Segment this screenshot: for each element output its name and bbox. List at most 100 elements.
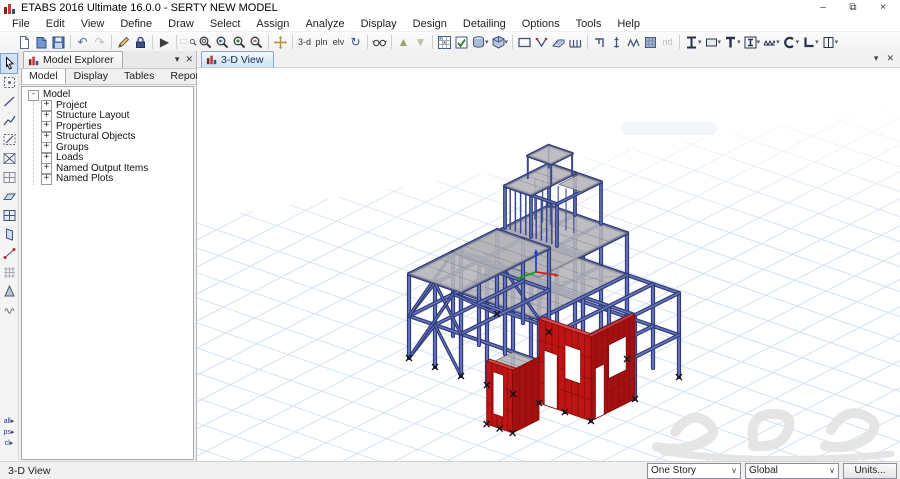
move-up-list-icon[interactable]: ▲ bbox=[395, 34, 412, 51]
collapse-icon[interactable]: - bbox=[28, 89, 39, 101]
quick-draw-frame-icon[interactable] bbox=[1, 130, 17, 149]
restore-button[interactable]: ⧉ bbox=[838, 0, 868, 16]
draw-link-icon[interactable] bbox=[1, 244, 17, 263]
explorer-tabs: ModelDisplayTablesReportsDetailing bbox=[19, 68, 264, 85]
draw-ramp-icon[interactable] bbox=[550, 34, 567, 51]
previous-selection-shortcut[interactable]: ps▸ bbox=[4, 429, 15, 437]
viewport-3d[interactable] bbox=[197, 68, 900, 464]
coordinate-system-selector[interactable]: Global ∨ bbox=[745, 462, 839, 479]
model-explorer-tab[interactable]: Model Explorer bbox=[23, 51, 123, 68]
explorer-tab-tables[interactable]: Tables bbox=[116, 68, 162, 84]
menu-define[interactable]: Define bbox=[112, 17, 160, 31]
restore-full-view-icon[interactable] bbox=[197, 34, 214, 51]
draw-rect-icon[interactable] bbox=[516, 34, 533, 51]
pan-icon[interactable] bbox=[272, 34, 289, 51]
menu-tools[interactable]: Tools bbox=[568, 17, 610, 31]
undo-icon[interactable]: ↶ bbox=[74, 34, 91, 51]
draw-support-icon[interactable] bbox=[608, 34, 625, 51]
move-down-list-icon[interactable]: ▼ bbox=[412, 34, 429, 51]
display-options-icon[interactable] bbox=[436, 34, 453, 51]
draw-brace-icon[interactable] bbox=[533, 34, 550, 51]
assign-check-icon[interactable] bbox=[453, 34, 470, 51]
opening-section-icon-dropdown[interactable]: ▾ bbox=[835, 38, 839, 46]
menu-edit[interactable]: Edit bbox=[38, 17, 73, 31]
tee-section-icon-dropdown[interactable]: ▾ bbox=[737, 38, 741, 46]
clear-selection-shortcut[interactable]: cl▸ bbox=[5, 440, 14, 448]
draw-frame-icon[interactable] bbox=[1, 111, 17, 130]
plan-view-icon[interactable]: pln bbox=[313, 34, 330, 51]
quick-draw-secondary-icon[interactable] bbox=[1, 168, 17, 187]
zoom-out-icon[interactable] bbox=[248, 34, 265, 51]
units-button[interactable]: Units... bbox=[843, 462, 897, 479]
channel-section-icon-dropdown[interactable]: ▾ bbox=[796, 38, 800, 46]
rubber-band-zoom-icon[interactable] bbox=[180, 34, 197, 51]
quick-draw-floor-icon[interactable] bbox=[1, 206, 17, 225]
draw-joint-icon[interactable] bbox=[1, 92, 17, 111]
draw-tower-icon[interactable] bbox=[1, 282, 17, 301]
open-model-icon[interactable] bbox=[33, 34, 50, 51]
explorer-tab-display[interactable]: Display bbox=[66, 68, 116, 84]
tree-item-model[interactable]: - Model bbox=[28, 89, 193, 101]
menu-design[interactable]: Design bbox=[405, 17, 455, 31]
draw-pen-icon[interactable] bbox=[115, 34, 132, 51]
run-analysis-icon[interactable]: ▶ bbox=[156, 34, 173, 51]
tree-item-structure-layout[interactable]: + Structure Layout bbox=[41, 110, 193, 122]
panel-close-icon[interactable]: ✕ bbox=[185, 53, 193, 65]
draw-area-icon[interactable] bbox=[642, 34, 659, 51]
menu-help[interactable]: Help bbox=[609, 17, 648, 31]
view-type-icon-dropdown[interactable]: ▾ bbox=[505, 38, 509, 46]
draw-wall-stack-icon[interactable] bbox=[591, 34, 608, 51]
three-d-view-icon[interactable]: 3-d bbox=[296, 34, 313, 51]
previous-zoom-icon[interactable] bbox=[214, 34, 231, 51]
save-model-icon[interactable] bbox=[50, 34, 67, 51]
view-dropdown-icon[interactable]: ▾ bbox=[874, 53, 879, 64]
story-selector[interactable]: One Story ∨ bbox=[647, 462, 741, 479]
elevation-view-icon[interactable]: elv bbox=[330, 34, 347, 51]
menu-assign[interactable]: Assign bbox=[248, 17, 297, 31]
deck-section-icon-dropdown[interactable]: ▾ bbox=[776, 38, 780, 46]
tab-3d-view[interactable]: 3-D View bbox=[201, 51, 275, 67]
quick-draw-brace-icon[interactable] bbox=[1, 149, 17, 168]
expand-icon[interactable]: + bbox=[41, 173, 52, 185]
menu-select[interactable]: Select bbox=[202, 17, 249, 31]
select-pointer-icon[interactable] bbox=[0, 53, 18, 74]
draw-tendon-icon[interactable] bbox=[625, 34, 642, 51]
rotate-view-icon[interactable]: ↻ bbox=[347, 34, 364, 51]
angle-section-icon-dropdown[interactable]: ▾ bbox=[815, 38, 819, 46]
menu-options[interactable]: Options bbox=[514, 17, 568, 31]
new-model-icon[interactable] bbox=[16, 34, 33, 51]
panel-dropdown-icon[interactable]: ▾ bbox=[175, 53, 180, 65]
tree-item-structural-objects[interactable]: + Structural Objects bbox=[41, 131, 193, 143]
object-shading-icon-dropdown[interactable]: ▾ bbox=[485, 38, 489, 46]
select-all-shortcut[interactable]: all▸ bbox=[4, 418, 15, 426]
window-title: ETABS 2016 Ultimate 16.0.0 - SERTY NEW M… bbox=[21, 2, 278, 14]
draw-floor-icon[interactable] bbox=[1, 187, 17, 206]
menu-display[interactable]: Display bbox=[353, 17, 405, 31]
menu-draw[interactable]: Draw bbox=[160, 17, 202, 31]
view-area: 3-D View ▾ ✕ bbox=[197, 51, 900, 464]
menu-detailing[interactable]: Detailing bbox=[455, 17, 514, 31]
reshape-object-icon[interactable] bbox=[1, 73, 17, 92]
composite-section-icon-dropdown[interactable]: ▾ bbox=[757, 38, 761, 46]
tree-item-named-plots[interactable]: + Named Plots bbox=[41, 173, 193, 185]
view-close-icon[interactable]: ✕ bbox=[886, 53, 894, 64]
tree-item-loads[interactable]: + Loads bbox=[41, 152, 193, 164]
chevron-down-icon: ∨ bbox=[829, 466, 835, 475]
lock-model-icon[interactable] bbox=[132, 34, 149, 51]
nd-label[interactable]: nd bbox=[659, 34, 676, 51]
slab-section-icon-dropdown[interactable]: ▾ bbox=[718, 38, 722, 46]
close-button[interactable]: × bbox=[868, 0, 898, 16]
frame-section-icon-dropdown[interactable]: ▾ bbox=[698, 38, 702, 46]
menu-analyze[interactable]: Analyze bbox=[297, 17, 352, 31]
redo-icon[interactable]: ↷ bbox=[91, 34, 108, 51]
draw-spring-icon[interactable] bbox=[1, 301, 17, 320]
draw-deck-icon[interactable] bbox=[567, 34, 584, 51]
perspective-toggle-icon[interactable] bbox=[371, 34, 388, 51]
draw-mesh-icon[interactable] bbox=[1, 263, 17, 282]
explorer-tab-model[interactable]: Model bbox=[21, 68, 66, 84]
zoom-in-icon[interactable] bbox=[231, 34, 248, 51]
minimize-button[interactable]: – bbox=[808, 0, 838, 16]
menu-view[interactable]: View bbox=[73, 17, 113, 31]
menu-file[interactable]: File bbox=[4, 17, 38, 31]
draw-wall-icon[interactable] bbox=[1, 225, 17, 244]
